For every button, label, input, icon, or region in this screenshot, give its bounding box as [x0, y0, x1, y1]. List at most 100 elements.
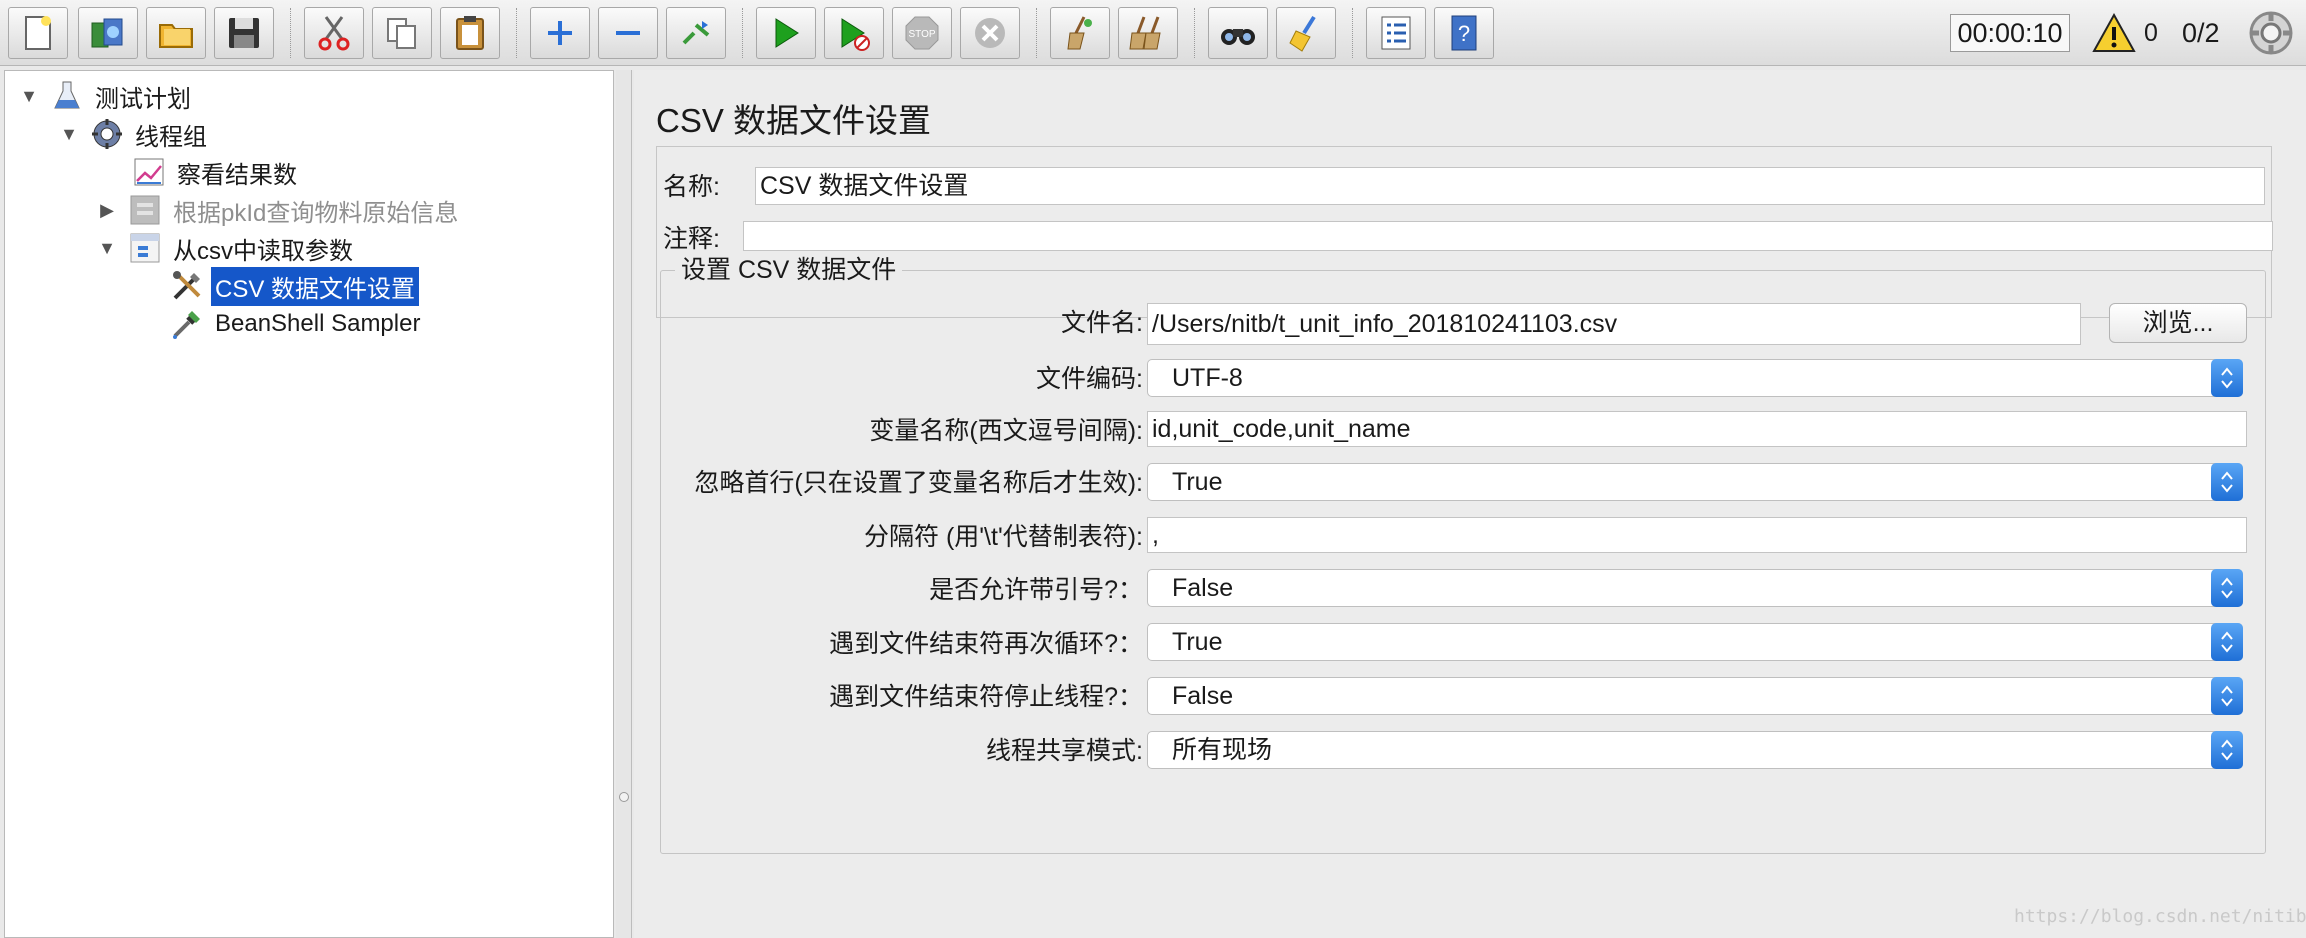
tree-item-test-plan[interactable]: ▼ 测试计划: [19, 78, 195, 114]
new-icon: [25, 16, 51, 50]
tree-label: BeanShell Sampler: [215, 310, 421, 337]
tree-label: 线程组: [135, 123, 207, 151]
allow-quoted-select[interactable]: False: [1147, 569, 2243, 607]
save-icon: [229, 18, 259, 48]
stop-button[interactable]: STOP: [892, 7, 952, 59]
start-no-pause-button[interactable]: [824, 7, 884, 59]
watermark: https://blog.csdn.net/nitibu: [2014, 906, 2306, 927]
shutdown-icon: [975, 18, 1005, 48]
name-field[interactable]: CSV 数据文件设置: [755, 167, 2265, 205]
stop-thread-eof-select[interactable]: False: [1147, 677, 2243, 715]
toggle-icon: [682, 21, 710, 45]
start-no-pause-icon: [841, 18, 870, 51]
warning-count: 0: [2144, 19, 2158, 47]
updown-arrow-icon: [2211, 677, 2243, 715]
stop-thread-eof-value: False: [1172, 682, 1234, 710]
warning-icon[interactable]: [2092, 12, 2136, 54]
ignore-first-line-label: 忽略首行(只在设置了变量名称后才生效):: [694, 469, 1143, 497]
open-button[interactable]: [146, 7, 206, 59]
updown-arrow-icon: [2211, 463, 2243, 501]
recycle-eof-select[interactable]: True: [1147, 623, 2243, 661]
shutdown-button[interactable]: [960, 7, 1020, 59]
expand-arrow-icon[interactable]: ▶: [97, 200, 117, 220]
pipette-icon: [169, 306, 205, 342]
varnames-label: 变量名称(西文逗号间隔):: [869, 417, 1143, 445]
templates-button[interactable]: [78, 7, 138, 59]
expand-button[interactable]: [530, 7, 590, 59]
toolbar: STOP ? 00:00:10 0 0/2: [0, 0, 2306, 66]
collapse-button[interactable]: [598, 7, 658, 59]
copy-button[interactable]: [372, 7, 432, 59]
encoding-value: UTF-8: [1172, 364, 1243, 392]
cut-button[interactable]: [304, 7, 364, 59]
help-icon: ?: [1451, 15, 1477, 51]
open-icon: [159, 24, 193, 48]
clear-button[interactable]: [1050, 7, 1110, 59]
tree-item-pkid-controller[interactable]: ▶ 根据pkId查询物料原始信息: [97, 192, 462, 228]
tree-label: 测试计划: [95, 85, 191, 113]
stop-icon: STOP: [905, 16, 939, 50]
encoding-select[interactable]: UTF-8: [1147, 359, 2243, 397]
reset-search-button[interactable]: [1276, 7, 1336, 59]
filename-field[interactable]: /Users/nitb/t_unit_info_201810241103.csv: [1147, 303, 2081, 345]
tree-label: 从csv中读取参数: [173, 237, 353, 265]
test-plan-tree[interactable]: ▼ 测试计划 ▼ 线程组 察看结果数 ▶ 根据pkId查询物料原始信息 ▼ 从c…: [4, 70, 614, 938]
recycle-eof-label: 遇到文件结束符再次循环?：: [829, 630, 1143, 658]
tree-item-csv-controller[interactable]: ▼ 从csv中读取参数: [97, 230, 357, 266]
csv-settings-group: 设置 CSV 数据文件 文件名: /Users/nitb/t_unit_info…: [660, 253, 2266, 854]
save-button[interactable]: [214, 7, 274, 59]
sharing-mode-select[interactable]: 所有现场: [1147, 731, 2243, 769]
tree-label: CSV 数据文件设置: [211, 266, 420, 306]
expand-icon: [548, 21, 572, 45]
search-button[interactable]: [1208, 7, 1268, 59]
page-title: CSV 数据文件设置: [656, 102, 932, 139]
tree-label: 察看结果数: [177, 161, 297, 189]
elapsed-time: 00:00:10: [1950, 14, 2070, 52]
tree-item-view-results-tree[interactable]: 察看结果数: [131, 154, 301, 190]
config-panel: CSV 数据文件设置 名称: CSV 数据文件设置 注释: 设置 CSV 数据文…: [634, 70, 2306, 938]
cut-icon: [318, 16, 350, 51]
ignore-first-line-value: True: [1172, 468, 1223, 496]
collapse-arrow-icon[interactable]: ▼: [59, 124, 79, 144]
reset-search-icon: [1289, 15, 1316, 52]
gear-icon[interactable]: [2248, 10, 2294, 56]
updown-arrow-icon: [2211, 569, 2243, 607]
ignore-first-line-select[interactable]: True: [1147, 463, 2243, 501]
copy-icon: [387, 18, 416, 49]
tree-label: 根据pkId查询物料原始信息: [173, 199, 459, 227]
active-threads: 0/2: [2182, 18, 2220, 48]
divider-handle[interactable]: [619, 792, 629, 802]
tree-item-beanshell-sampler[interactable]: BeanShell Sampler: [169, 306, 424, 342]
flask-icon: [49, 78, 85, 114]
delimiter-field[interactable]: ,: [1147, 517, 2247, 553]
collapse-arrow-icon[interactable]: ▼: [19, 86, 39, 106]
tools-icon: [169, 268, 205, 304]
updown-arrow-icon: [2211, 623, 2243, 661]
function-helper-button[interactable]: [1366, 7, 1426, 59]
tree-item-csv-data-set-config[interactable]: CSV 数据文件设置: [169, 266, 420, 306]
new-button[interactable]: [8, 7, 68, 59]
split-pane-divider[interactable]: [616, 70, 632, 938]
browse-button[interactable]: 浏览...: [2109, 303, 2247, 343]
comment-field[interactable]: [743, 221, 2273, 251]
sharing-mode-label: 线程共享模式:: [986, 737, 1143, 765]
updown-arrow-icon: [2211, 359, 2243, 397]
search-icon: [1221, 29, 1255, 45]
name-label: 名称:: [663, 173, 720, 201]
encoding-label: 文件编码:: [1036, 365, 1143, 393]
help-button[interactable]: ?: [1434, 7, 1494, 59]
start-icon: [775, 18, 799, 48]
paste-button[interactable]: [440, 7, 500, 59]
svg-text:?: ?: [1458, 21, 1470, 46]
varnames-field[interactable]: id,unit_code,unit_name: [1147, 411, 2247, 447]
updown-arrow-icon: [2211, 731, 2243, 769]
clear-all-button[interactable]: [1118, 7, 1178, 59]
allow-quoted-value: False: [1172, 574, 1234, 602]
start-button[interactable]: [756, 7, 816, 59]
clear-all-icon: [1129, 16, 1161, 50]
collapse-arrow-icon[interactable]: ▼: [97, 238, 117, 258]
tree-item-thread-group[interactable]: ▼ 线程组: [59, 116, 211, 152]
collapse-icon: [616, 31, 640, 35]
group-title: 设置 CSV 数据文件: [675, 253, 903, 287]
toggle-button[interactable]: [666, 7, 726, 59]
